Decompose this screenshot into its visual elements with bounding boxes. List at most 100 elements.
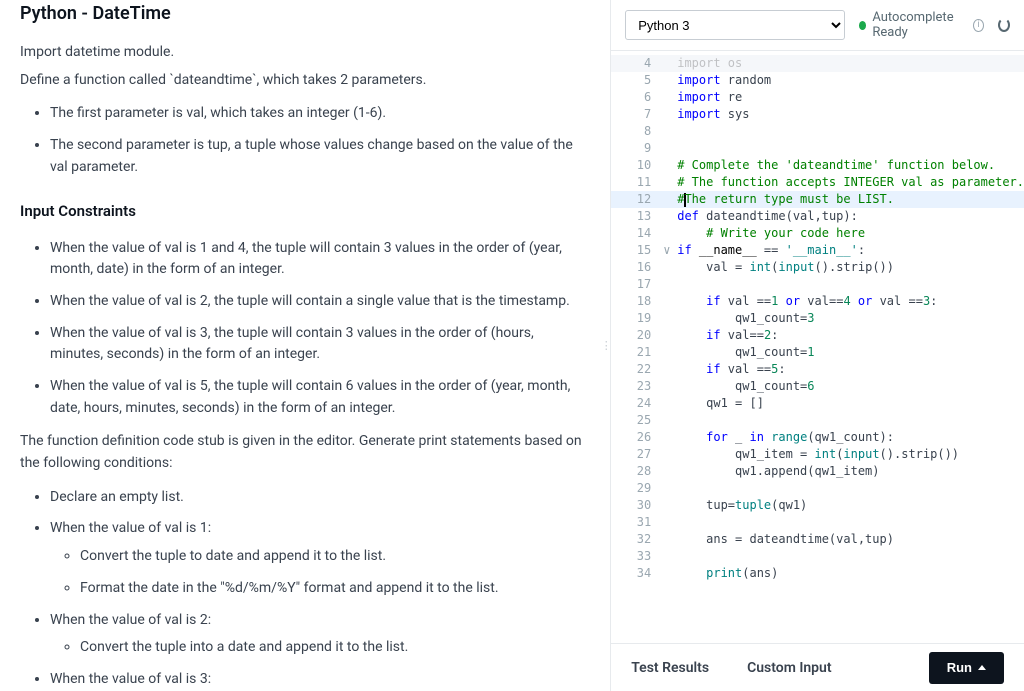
fold-gutter[interactable] <box>663 174 677 191</box>
fold-gutter[interactable] <box>663 378 677 395</box>
code-line[interactable]: 21 qw1_count=1 <box>611 344 1024 361</box>
fold-gutter[interactable] <box>663 565 677 582</box>
code-line[interactable]: 15∨if __name__ == '__main__': <box>611 242 1024 259</box>
fold-gutter[interactable] <box>663 446 677 463</box>
line-content[interactable]: print(ans) <box>677 565 1024 582</box>
code-line[interactable]: 22 if val ==5: <box>611 361 1024 378</box>
code-line[interactable]: 29 <box>611 480 1024 497</box>
language-select[interactable]: Python 3 <box>625 10 845 40</box>
line-content[interactable]: qw1_count=6 <box>677 378 1024 395</box>
fold-gutter[interactable] <box>663 89 677 106</box>
code-line[interactable]: 13def dateandtime(val,tup): <box>611 208 1024 225</box>
fold-gutter[interactable] <box>663 276 677 293</box>
code-line[interactable]: 7import sys <box>611 106 1024 123</box>
fold-gutter[interactable] <box>663 429 677 446</box>
code-line[interactable]: 20 if val==2: <box>611 327 1024 344</box>
code-line[interactable]: 23 qw1_count=6 <box>611 378 1024 395</box>
fold-gutter[interactable] <box>663 531 677 548</box>
fold-gutter[interactable] <box>663 395 677 412</box>
code-line[interactable]: 6import re <box>611 89 1024 106</box>
code-line[interactable]: 9 <box>611 140 1024 157</box>
line-content[interactable]: import os <box>677 55 1024 72</box>
code-line[interactable]: 27 qw1_item = int(input().strip()) <box>611 446 1024 463</box>
code-line[interactable]: 17 <box>611 276 1024 293</box>
fold-gutter[interactable] <box>663 310 677 327</box>
line-content[interactable]: def dateandtime(val,tup): <box>677 208 1024 225</box>
fold-gutter[interactable] <box>663 480 677 497</box>
code-line[interactable]: 12#The return type must be LIST. <box>611 191 1024 208</box>
fold-gutter[interactable] <box>663 259 677 276</box>
line-content[interactable]: import re <box>677 89 1024 106</box>
code-editor[interactable]: 4import os5import random6import re7impor… <box>611 51 1024 643</box>
code-line[interactable]: 18 if val ==1 or val==4 or val ==3: <box>611 293 1024 310</box>
line-content[interactable]: qw1_count=3 <box>677 310 1024 327</box>
code-line[interactable]: 14 # Write your code here <box>611 225 1024 242</box>
line-content[interactable] <box>677 480 1024 497</box>
fold-gutter[interactable] <box>663 106 677 123</box>
resize-handle[interactable]: ⋮ <box>602 0 610 691</box>
line-content[interactable]: # The function accepts INTEGER val as pa… <box>677 174 1024 191</box>
fold-gutter[interactable] <box>663 72 677 89</box>
code-line[interactable]: 31 <box>611 514 1024 531</box>
fold-gutter[interactable] <box>663 55 677 72</box>
fold-gutter[interactable] <box>663 293 677 310</box>
code-line[interactable]: 11# The function accepts INTEGER val as … <box>611 174 1024 191</box>
fold-gutter[interactable] <box>663 548 677 565</box>
fold-gutter[interactable] <box>663 225 677 242</box>
code-line[interactable]: 24 qw1 = [] <box>611 395 1024 412</box>
code-line[interactable]: 25 <box>611 412 1024 429</box>
line-content[interactable]: # Write your code here <box>677 225 1024 242</box>
line-content[interactable]: qw1.append(qw1_item) <box>677 463 1024 480</box>
line-content[interactable]: qw1_count=1 <box>677 344 1024 361</box>
line-content[interactable]: if val ==1 or val==4 or val ==3: <box>677 293 1024 310</box>
line-content[interactable]: val = int(input().strip()) <box>677 259 1024 276</box>
line-content[interactable] <box>677 123 1024 140</box>
line-content[interactable] <box>677 548 1024 565</box>
code-line[interactable]: 26 for _ in range(qw1_count): <box>611 429 1024 446</box>
line-content[interactable]: ans = dateandtime(val,tup) <box>677 531 1024 548</box>
code-line[interactable]: 32 ans = dateandtime(val,tup) <box>611 531 1024 548</box>
code-line[interactable]: 10# Complete the 'dateandtime' function … <box>611 157 1024 174</box>
line-content[interactable]: import random <box>677 72 1024 89</box>
code-line[interactable]: 8 <box>611 123 1024 140</box>
code-line[interactable]: 16 val = int(input().strip()) <box>611 259 1024 276</box>
line-content[interactable] <box>677 412 1024 429</box>
line-content[interactable]: import sys <box>677 106 1024 123</box>
fold-gutter[interactable] <box>663 140 677 157</box>
line-content[interactable]: # Complete the 'dateandtime' function be… <box>677 157 1024 174</box>
code-line[interactable]: 19 qw1_count=3 <box>611 310 1024 327</box>
code-line[interactable]: 28 qw1.append(qw1_item) <box>611 463 1024 480</box>
fold-gutter[interactable] <box>663 361 677 378</box>
line-content[interactable]: for _ in range(qw1_count): <box>677 429 1024 446</box>
refresh-icon[interactable] <box>998 18 1010 32</box>
code-line[interactable]: 34 print(ans) <box>611 565 1024 582</box>
fold-gutter[interactable] <box>663 157 677 174</box>
line-content[interactable] <box>677 514 1024 531</box>
code-line[interactable]: 30 tup=tuple(qw1) <box>611 497 1024 514</box>
tab-test-results[interactable]: Test Results <box>631 660 709 676</box>
run-button[interactable]: Run <box>929 652 1004 684</box>
line-content[interactable]: if val==2: <box>677 327 1024 344</box>
code-line[interactable]: 5import random <box>611 72 1024 89</box>
fold-gutter[interactable] <box>663 327 677 344</box>
line-content[interactable]: #The return type must be LIST. <box>677 191 1024 208</box>
fold-gutter[interactable] <box>663 412 677 429</box>
fold-gutter[interactable] <box>663 123 677 140</box>
line-content[interactable]: qw1_item = int(input().strip()) <box>677 446 1024 463</box>
fold-gutter[interactable] <box>663 208 677 225</box>
fold-gutter[interactable] <box>663 497 677 514</box>
code-line[interactable]: 33 <box>611 548 1024 565</box>
line-content[interactable]: tup=tuple(qw1) <box>677 497 1024 514</box>
tab-custom-input[interactable]: Custom Input <box>747 660 832 676</box>
fold-gutter[interactable] <box>663 191 677 208</box>
fold-gutter[interactable] <box>663 344 677 361</box>
line-content[interactable]: if val ==5: <box>677 361 1024 378</box>
fold-gutter[interactable]: ∨ <box>663 242 677 259</box>
info-icon[interactable]: i <box>973 19 984 32</box>
fold-gutter[interactable] <box>663 463 677 480</box>
line-content[interactable] <box>677 276 1024 293</box>
code-line[interactable]: 4import os <box>611 55 1024 72</box>
line-content[interactable] <box>677 140 1024 157</box>
fold-gutter[interactable] <box>663 514 677 531</box>
line-content[interactable]: if __name__ == '__main__': <box>677 242 1024 259</box>
